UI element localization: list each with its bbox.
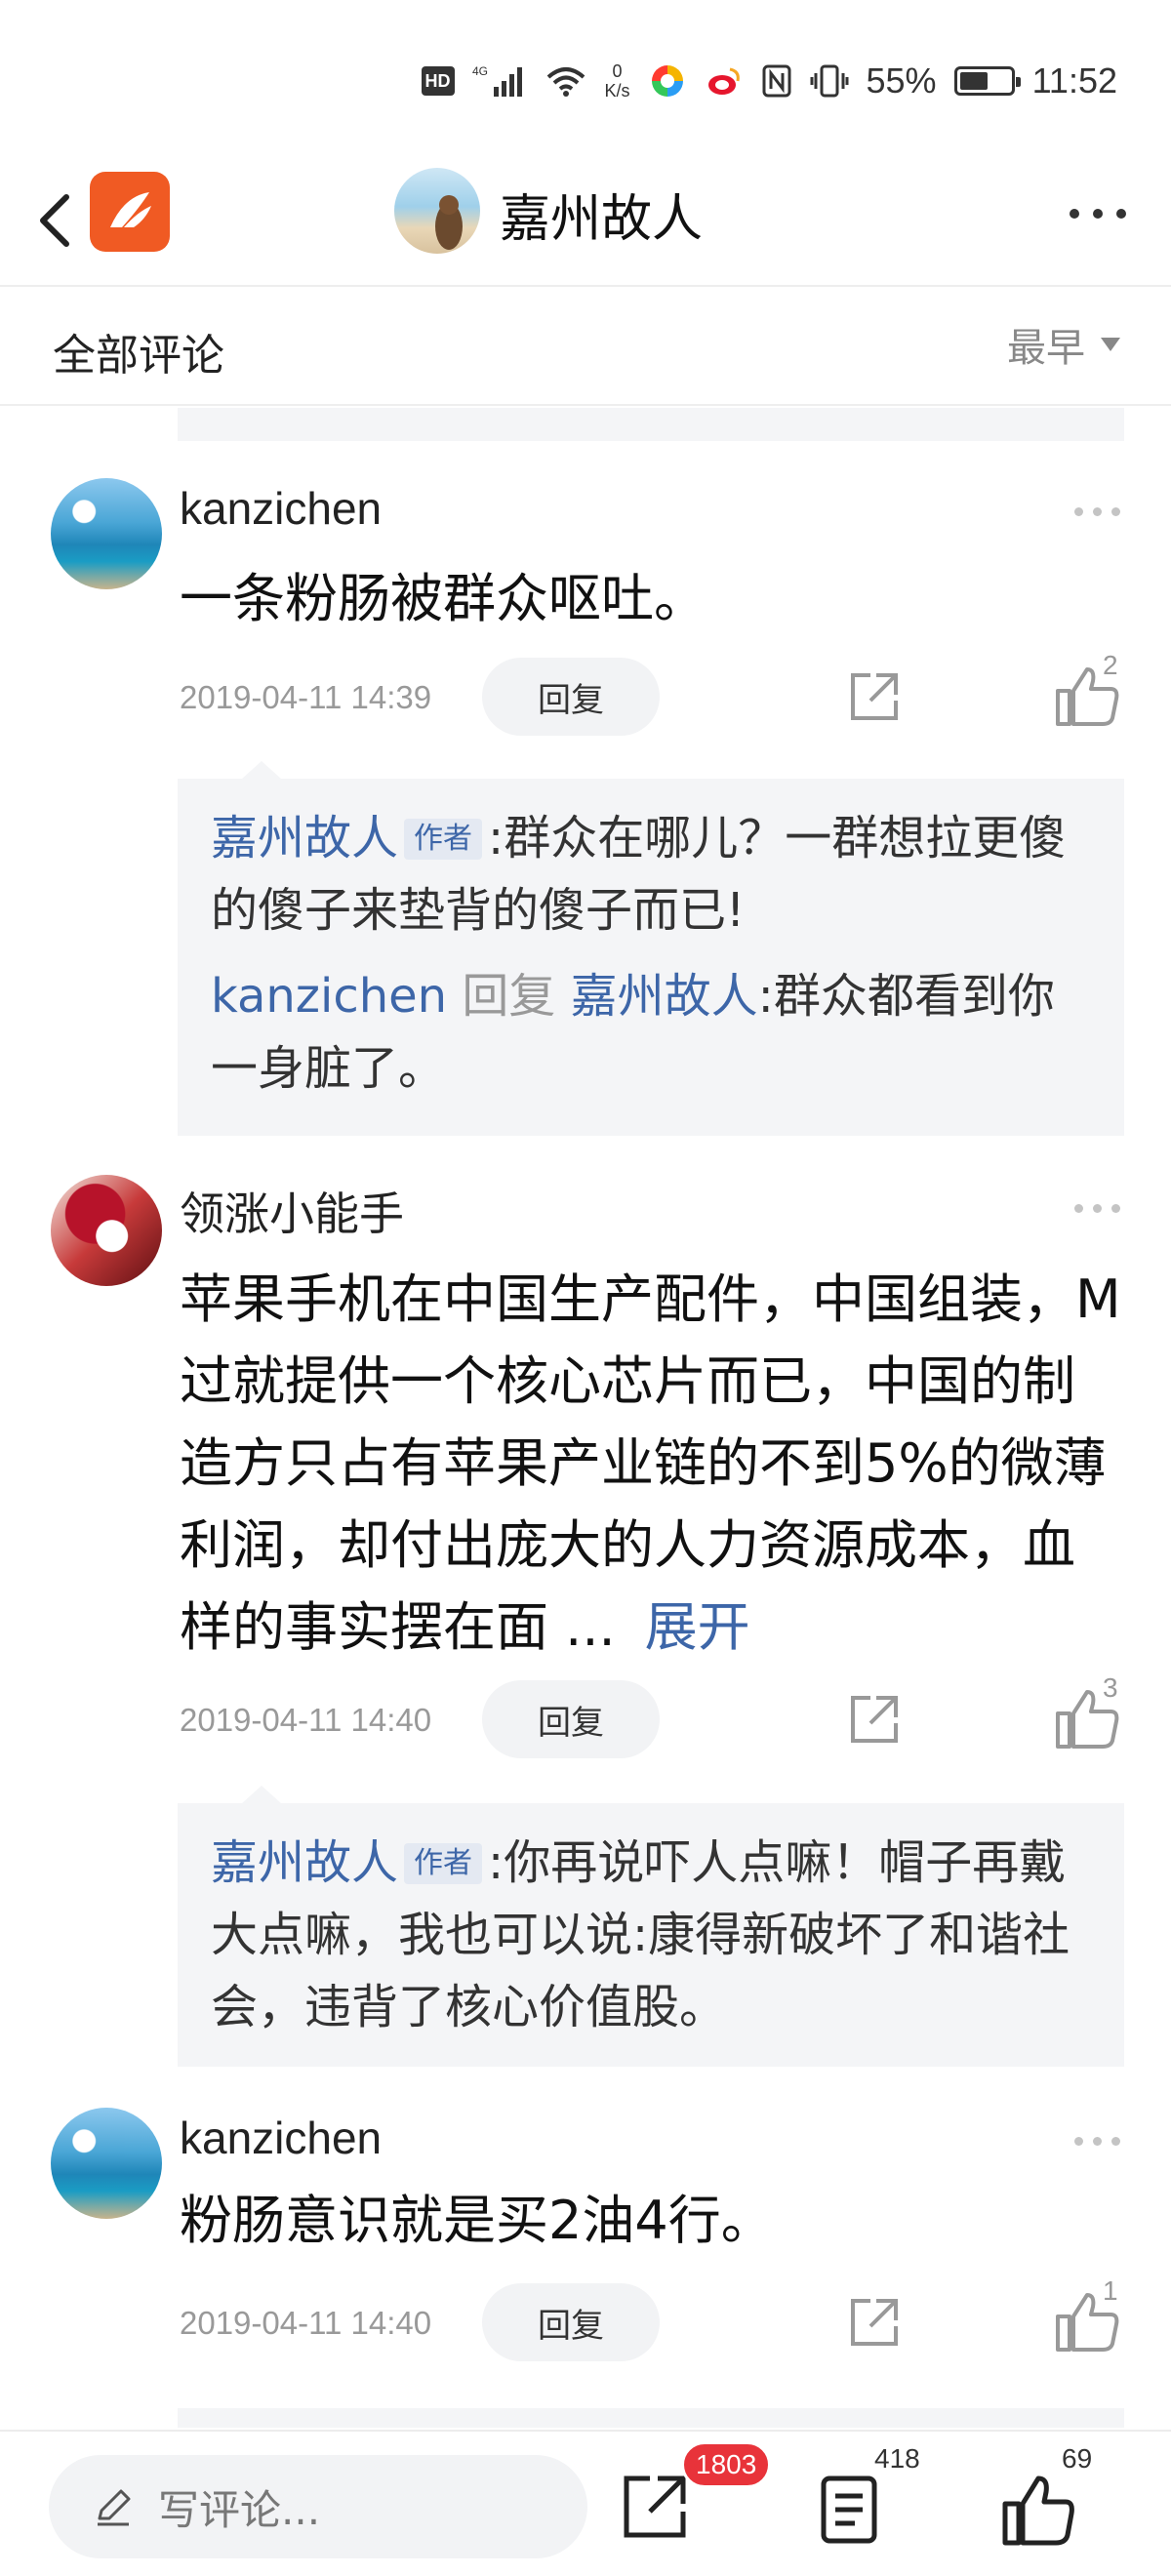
comment-input[interactable]: 写评论...	[49, 2455, 587, 2558]
thumbs-up-icon[interactable]	[997, 2471, 1075, 2549]
battery-level	[959, 72, 988, 90]
comment-text: 一条粉肠被群众呕吐。	[180, 568, 707, 629]
network-speed-value: 0	[612, 61, 623, 81]
like-count: 2	[1103, 650, 1118, 680]
wifi-icon	[546, 67, 585, 97]
comment-author[interactable]: kanzichen	[180, 2112, 382, 2164]
author-avatar[interactable]	[394, 168, 480, 254]
like-icon[interactable]	[1048, 662, 1146, 730]
comment-date: 2019-04-11 14:40	[180, 2305, 432, 2341]
comment-input-placeholder: 写评论...	[158, 2485, 321, 2534]
comment-author[interactable]: kanzichen	[180, 482, 382, 535]
like-icon[interactable]	[1048, 1684, 1146, 1752]
commenter-avatar[interactable]	[51, 1175, 162, 1286]
comment-more-icon[interactable]	[1074, 2137, 1120, 2146]
commenter-avatar[interactable]	[51, 478, 162, 589]
battery-icon	[953, 66, 1021, 96]
back-arrow-icon[interactable]	[27, 185, 86, 256]
share-icon[interactable]	[843, 1688, 906, 1751]
nfc-icon	[762, 64, 791, 98]
comment-more-icon[interactable]	[1074, 507, 1120, 516]
app-logo-icon[interactable]	[90, 172, 170, 252]
comments-list-icon[interactable]	[812, 2471, 890, 2549]
commenter-avatar[interactable]	[51, 2108, 162, 2219]
weibo-notification-icon	[707, 67, 740, 95]
reply-button[interactable]: 回复	[482, 2283, 660, 2361]
like-count: 1	[1103, 2275, 1118, 2306]
reply-item: 嘉州故人 作者:群众在哪儿？一群想拉更傻的傻子来垫背的傻子而已!	[211, 802, 1091, 946]
share-count-badge: 1803	[681, 2441, 772, 2488]
reply-author[interactable]: 嘉州故人	[211, 1835, 398, 1890]
comment-text: 苹果手机在中国生产配件，中国组装，M过就提供一个核心芯片而已，中国的制造方只占有…	[180, 1259, 1126, 1669]
like-icon[interactable]	[1048, 2287, 1146, 2355]
sort-label: 最早	[1007, 326, 1085, 371]
page-title[interactable]: 嘉州故人	[500, 178, 703, 251]
reply-button[interactable]: 回复	[482, 1680, 660, 1758]
previous-reply-box-edge	[178, 408, 1124, 441]
expand-link[interactable]: 展开	[645, 1596, 750, 1658]
nav-bar: 嘉州故人	[0, 156, 1171, 285]
comment-date: 2019-04-11 14:40	[180, 1702, 432, 1738]
reply-item: kanzichen 回复 嘉州故人:群众都看到你一身脏了。	[211, 960, 1091, 1105]
cellular-signal-icon: 4G	[472, 64, 522, 97]
like-count: 3	[1103, 1672, 1118, 1703]
hd-indicator: HD	[421, 66, 455, 96]
vibrate-icon	[810, 64, 849, 98]
comment-actions: 2019-04-11 14:40 回复 1	[180, 2275, 1126, 2365]
reply-thread: 嘉州故人 作者:群众在哪儿？一群想拉更傻的傻子来垫背的傻子而已! kanziche…	[178, 761, 1124, 1136]
bottom-bar: 写评论... 1803 418 69	[0, 2430, 1171, 2576]
all-comments-title: 全部评论	[53, 331, 224, 381]
beach-photo-icon	[435, 195, 463, 250]
comment-actions: 2019-04-11 14:40 回复 3	[180, 1672, 1126, 1762]
reply-item: 嘉州故人 作者:你再说吓人点嘛！帽子再戴大点嘛，我也可以说:康得新破坏了和谐社会，…	[211, 1827, 1091, 2043]
likes-count: 69	[1062, 2443, 1093, 2474]
author-tag: 作者	[404, 1843, 483, 1884]
more-options-icon[interactable]	[1070, 209, 1126, 219]
next-reply-box-edge	[178, 2408, 1124, 2428]
share-icon[interactable]	[843, 2291, 906, 2354]
network-speed: 0 K/s	[605, 61, 630, 101]
comment-actions: 2019-04-11 14:39 回复 2	[180, 650, 1126, 740]
colorful-app-notification-icon	[651, 65, 683, 97]
comment-date: 2019-04-11 14:39	[180, 679, 432, 715]
reply-to-word: 回复	[462, 969, 556, 1024]
reply-button[interactable]: 回复	[482, 658, 660, 736]
share-icon[interactable]	[617, 2467, 695, 2545]
author-tag: 作者	[404, 819, 483, 860]
sort-dropdown[interactable]: 最早	[1007, 316, 1120, 373]
dropdown-triangle-icon	[1101, 338, 1120, 351]
reply-thread: 嘉州故人 作者:你再说吓人点嘛！帽子再戴大点嘛，我也可以说:康得新破坏了和谐社会，…	[178, 1786, 1124, 2067]
comment-author[interactable]: 领涨小能手	[180, 1179, 404, 1243]
pencil-icon	[98, 2489, 131, 2526]
share-icon[interactable]	[843, 665, 906, 728]
comments-header: 全部评论 最早	[0, 285, 1171, 406]
reply-author[interactable]: kanzichen	[211, 969, 447, 1024]
reply-author[interactable]: 嘉州故人	[211, 811, 398, 865]
clock: 11:52	[1031, 60, 1117, 101]
network-type: 4G	[472, 64, 488, 78]
battery-percent: 55%	[866, 60, 937, 101]
reply-target[interactable]: 嘉州故人	[571, 969, 758, 1024]
status-bar: HD 4G 0 K/s 55% 11:52	[0, 0, 1171, 156]
comment-text: 粉肠意识就是买2油4行。	[180, 2190, 774, 2251]
comment-more-icon[interactable]	[1074, 1204, 1120, 1213]
app-logo-glyph-icon	[110, 192, 151, 227]
comments-count: 418	[874, 2443, 920, 2474]
network-speed-unit: K/s	[604, 81, 630, 101]
